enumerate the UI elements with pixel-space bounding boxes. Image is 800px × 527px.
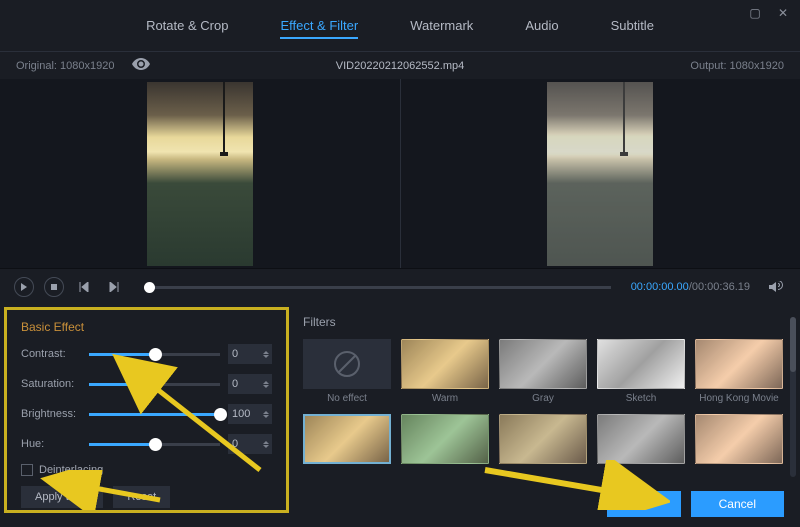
- original-dimensions: Original: 1080x1920: [16, 60, 114, 72]
- filter-hong-kong[interactable]: Hong Kong Movie: [695, 339, 783, 404]
- basic-effect-panel: Basic Effect Contrast: 0 Saturation: 0 B…: [4, 307, 289, 513]
- reset-button[interactable]: Reset: [113, 486, 170, 508]
- output-video-thumb: [547, 82, 653, 266]
- brightness-down-icon[interactable]: [263, 415, 269, 418]
- output-preview: [400, 79, 800, 268]
- time-display: 00:00:00.00/00:00:36.19: [631, 281, 750, 293]
- contrast-slider[interactable]: [89, 353, 220, 356]
- prev-frame-button[interactable]: [74, 277, 94, 297]
- filter-no-effect[interactable]: No effect: [303, 339, 391, 404]
- saturation-label: Saturation:: [21, 378, 81, 390]
- hue-value[interactable]: 0: [228, 434, 272, 454]
- contrast-label: Contrast:: [21, 348, 81, 360]
- maximize-button[interactable]: ▢: [748, 6, 762, 20]
- contrast-up-icon[interactable]: [263, 351, 269, 354]
- close-button[interactable]: ✕: [776, 6, 790, 20]
- deinterlacing-label: Deinterlacing: [39, 464, 103, 476]
- contrast-value[interactable]: 0: [228, 344, 272, 364]
- filter-row2-5[interactable]: [695, 414, 783, 464]
- filter-row2-1[interactable]: [303, 414, 391, 464]
- hue-down-icon[interactable]: [263, 445, 269, 448]
- filter-row2-3[interactable]: [499, 414, 587, 464]
- next-frame-button[interactable]: [104, 277, 124, 297]
- filter-gray[interactable]: Gray: [499, 339, 587, 404]
- timeline-slider[interactable]: [144, 286, 611, 289]
- tab-effect-filter[interactable]: Effect & Filter: [280, 18, 358, 39]
- hue-up-icon[interactable]: [263, 441, 269, 444]
- output-dimensions: Output: 1080x1920: [690, 60, 784, 72]
- stop-button[interactable]: [44, 277, 64, 297]
- tab-watermark[interactable]: Watermark: [410, 18, 473, 39]
- basic-effect-title: Basic Effect: [21, 320, 272, 334]
- brightness-slider[interactable]: [89, 413, 220, 416]
- deinterlacing-checkbox[interactable]: [21, 464, 33, 476]
- tab-subtitle[interactable]: Subtitle: [611, 18, 654, 39]
- preview-toggle-icon[interactable]: [132, 58, 150, 73]
- brightness-up-icon[interactable]: [263, 411, 269, 414]
- apply-to-all-button[interactable]: Apply to All: [21, 486, 103, 508]
- filter-warm[interactable]: Warm: [401, 339, 489, 404]
- saturation-up-icon[interactable]: [263, 381, 269, 384]
- filters-panel: Filters No effect Warm Gray Sketch Hong …: [289, 305, 800, 515]
- hue-slider[interactable]: [89, 443, 220, 446]
- contrast-down-icon[interactable]: [263, 355, 269, 358]
- saturation-slider[interactable]: [89, 383, 220, 386]
- original-video-thumb: [147, 82, 253, 266]
- play-button[interactable]: [14, 277, 34, 297]
- brightness-value[interactable]: 100: [228, 404, 272, 424]
- tab-rotate-crop[interactable]: Rotate & Crop: [146, 18, 228, 39]
- tab-audio[interactable]: Audio: [525, 18, 558, 39]
- ok-button[interactable]: OK: [607, 491, 680, 517]
- filter-sketch[interactable]: Sketch: [597, 339, 685, 404]
- filters-title: Filters: [303, 315, 786, 329]
- filter-row2-2[interactable]: [401, 414, 489, 464]
- cancel-button[interactable]: Cancel: [691, 491, 784, 517]
- volume-icon[interactable]: [766, 277, 786, 297]
- filename-label: VID20220212062552.mp4: [336, 60, 464, 72]
- saturation-down-icon[interactable]: [263, 385, 269, 388]
- brightness-label: Brightness:: [21, 408, 81, 420]
- filters-scrollbar[interactable]: [790, 317, 796, 477]
- saturation-value[interactable]: 0: [228, 374, 272, 394]
- hue-label: Hue:: [21, 438, 81, 450]
- original-preview: [0, 79, 400, 268]
- tab-bar: Rotate & Crop Effect & Filter Watermark …: [0, 0, 800, 52]
- filter-row2-4[interactable]: [597, 414, 685, 464]
